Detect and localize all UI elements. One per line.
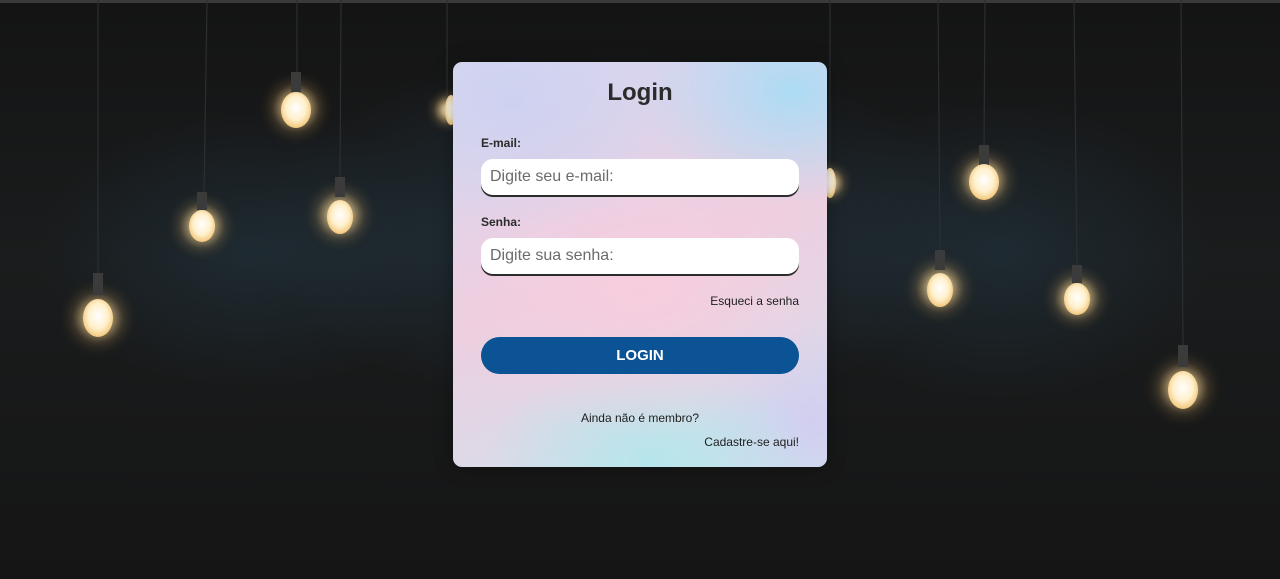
bulb xyxy=(56,273,140,360)
email-label: E-mail: xyxy=(481,136,522,150)
password-input[interactable] xyxy=(481,238,799,274)
email-input[interactable] xyxy=(481,159,799,195)
login-card: Login E-mail: Senha: Esqueci a senha LOG… xyxy=(453,62,827,467)
password-label: Senha: xyxy=(481,215,522,229)
login-button[interactable]: LOGIN xyxy=(481,337,799,374)
bulb xyxy=(944,140,1024,220)
bulb xyxy=(1039,260,1115,336)
forgot-password-link[interactable]: Esqueci a senha xyxy=(710,294,799,308)
bulb xyxy=(256,68,336,148)
background-scene: Login E-mail: Senha: Esqueci a senha LOG… xyxy=(0,0,1280,579)
bulb xyxy=(1141,345,1225,430)
login-title: Login xyxy=(607,79,673,106)
not-member-text: Ainda não é membro? xyxy=(580,411,700,425)
bulb xyxy=(900,248,980,328)
top-border xyxy=(0,0,1280,3)
bulb xyxy=(300,175,380,255)
bulb xyxy=(164,188,240,264)
signup-link[interactable]: Cadastre-se aqui! xyxy=(704,435,799,449)
